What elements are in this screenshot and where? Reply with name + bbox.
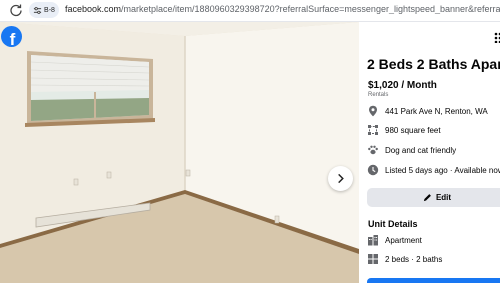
url-field[interactable]: facebook.com/marketplace/item/1880960329… [65, 4, 500, 14]
listing-photo-viewer: f [0, 22, 359, 283]
facebook-logo-letter: f [9, 30, 16, 47]
square-footage-icon [368, 125, 378, 135]
detail-row-pets: Dog and cat friendly [367, 143, 456, 157]
unit-type-text: Apartment [385, 235, 422, 245]
next-photo-button[interactable] [328, 166, 353, 191]
paw-icon [368, 145, 378, 155]
listing-photo [0, 22, 359, 283]
grid-menu-icon[interactable] [493, 31, 500, 43]
detail-size-text: 980 square feet [385, 125, 441, 135]
detail-location-text: 441 Park Ave N, Renton, WA [385, 106, 488, 116]
url-path: /marketplace/item/1880960329398720?refer… [121, 4, 500, 14]
unit-details-heading: Unit Details [368, 219, 418, 229]
site-info-chip-label: B-8 [44, 6, 55, 14]
detail-row-size: 980 square feet [367, 123, 441, 137]
unit-detail-type: Apartment [367, 233, 422, 247]
detail-row-listed: Listed 5 days ago · Available now [367, 163, 500, 177]
clock-icon [367, 164, 379, 176]
message-seller-button[interactable] [367, 278, 500, 283]
detail-pets-text: Dog and cat friendly [385, 145, 457, 155]
detail-listed-text: Listed 5 days ago · Available now [385, 165, 500, 175]
rooms-icon [368, 254, 378, 264]
chevron-right-icon [338, 173, 344, 184]
detail-row-location: 441 Park Ave N, Renton, WA [367, 104, 488, 118]
listing-details-panel: 2 Beds 2 Baths Apartment $1,020 / Month … [359, 22, 500, 283]
unit-detail-rooms: 2 beds · 2 baths [367, 252, 442, 266]
site-info-chip[interactable]: B-8 [29, 2, 59, 18]
tune-icon [33, 6, 42, 14]
reload-icon[interactable] [9, 3, 23, 17]
building-icon [368, 235, 378, 246]
browser-address-bar: B-8 facebook.com/marketplace/item/188096… [0, 0, 500, 22]
url-host: facebook.com [65, 4, 122, 14]
facebook-logo[interactable]: f [1, 26, 22, 47]
listing-title: 2 Beds 2 Baths Apartment [367, 56, 500, 72]
location-pin-icon [369, 105, 377, 117]
edit-button[interactable]: Edit [367, 188, 500, 207]
listing-price: $1,020 / Month [368, 80, 437, 91]
edit-button-label: Edit [435, 193, 452, 202]
unit-rooms-text: 2 beds · 2 baths [385, 254, 443, 264]
pencil-icon [423, 194, 431, 202]
listing-category[interactable]: Rentals [368, 92, 388, 98]
